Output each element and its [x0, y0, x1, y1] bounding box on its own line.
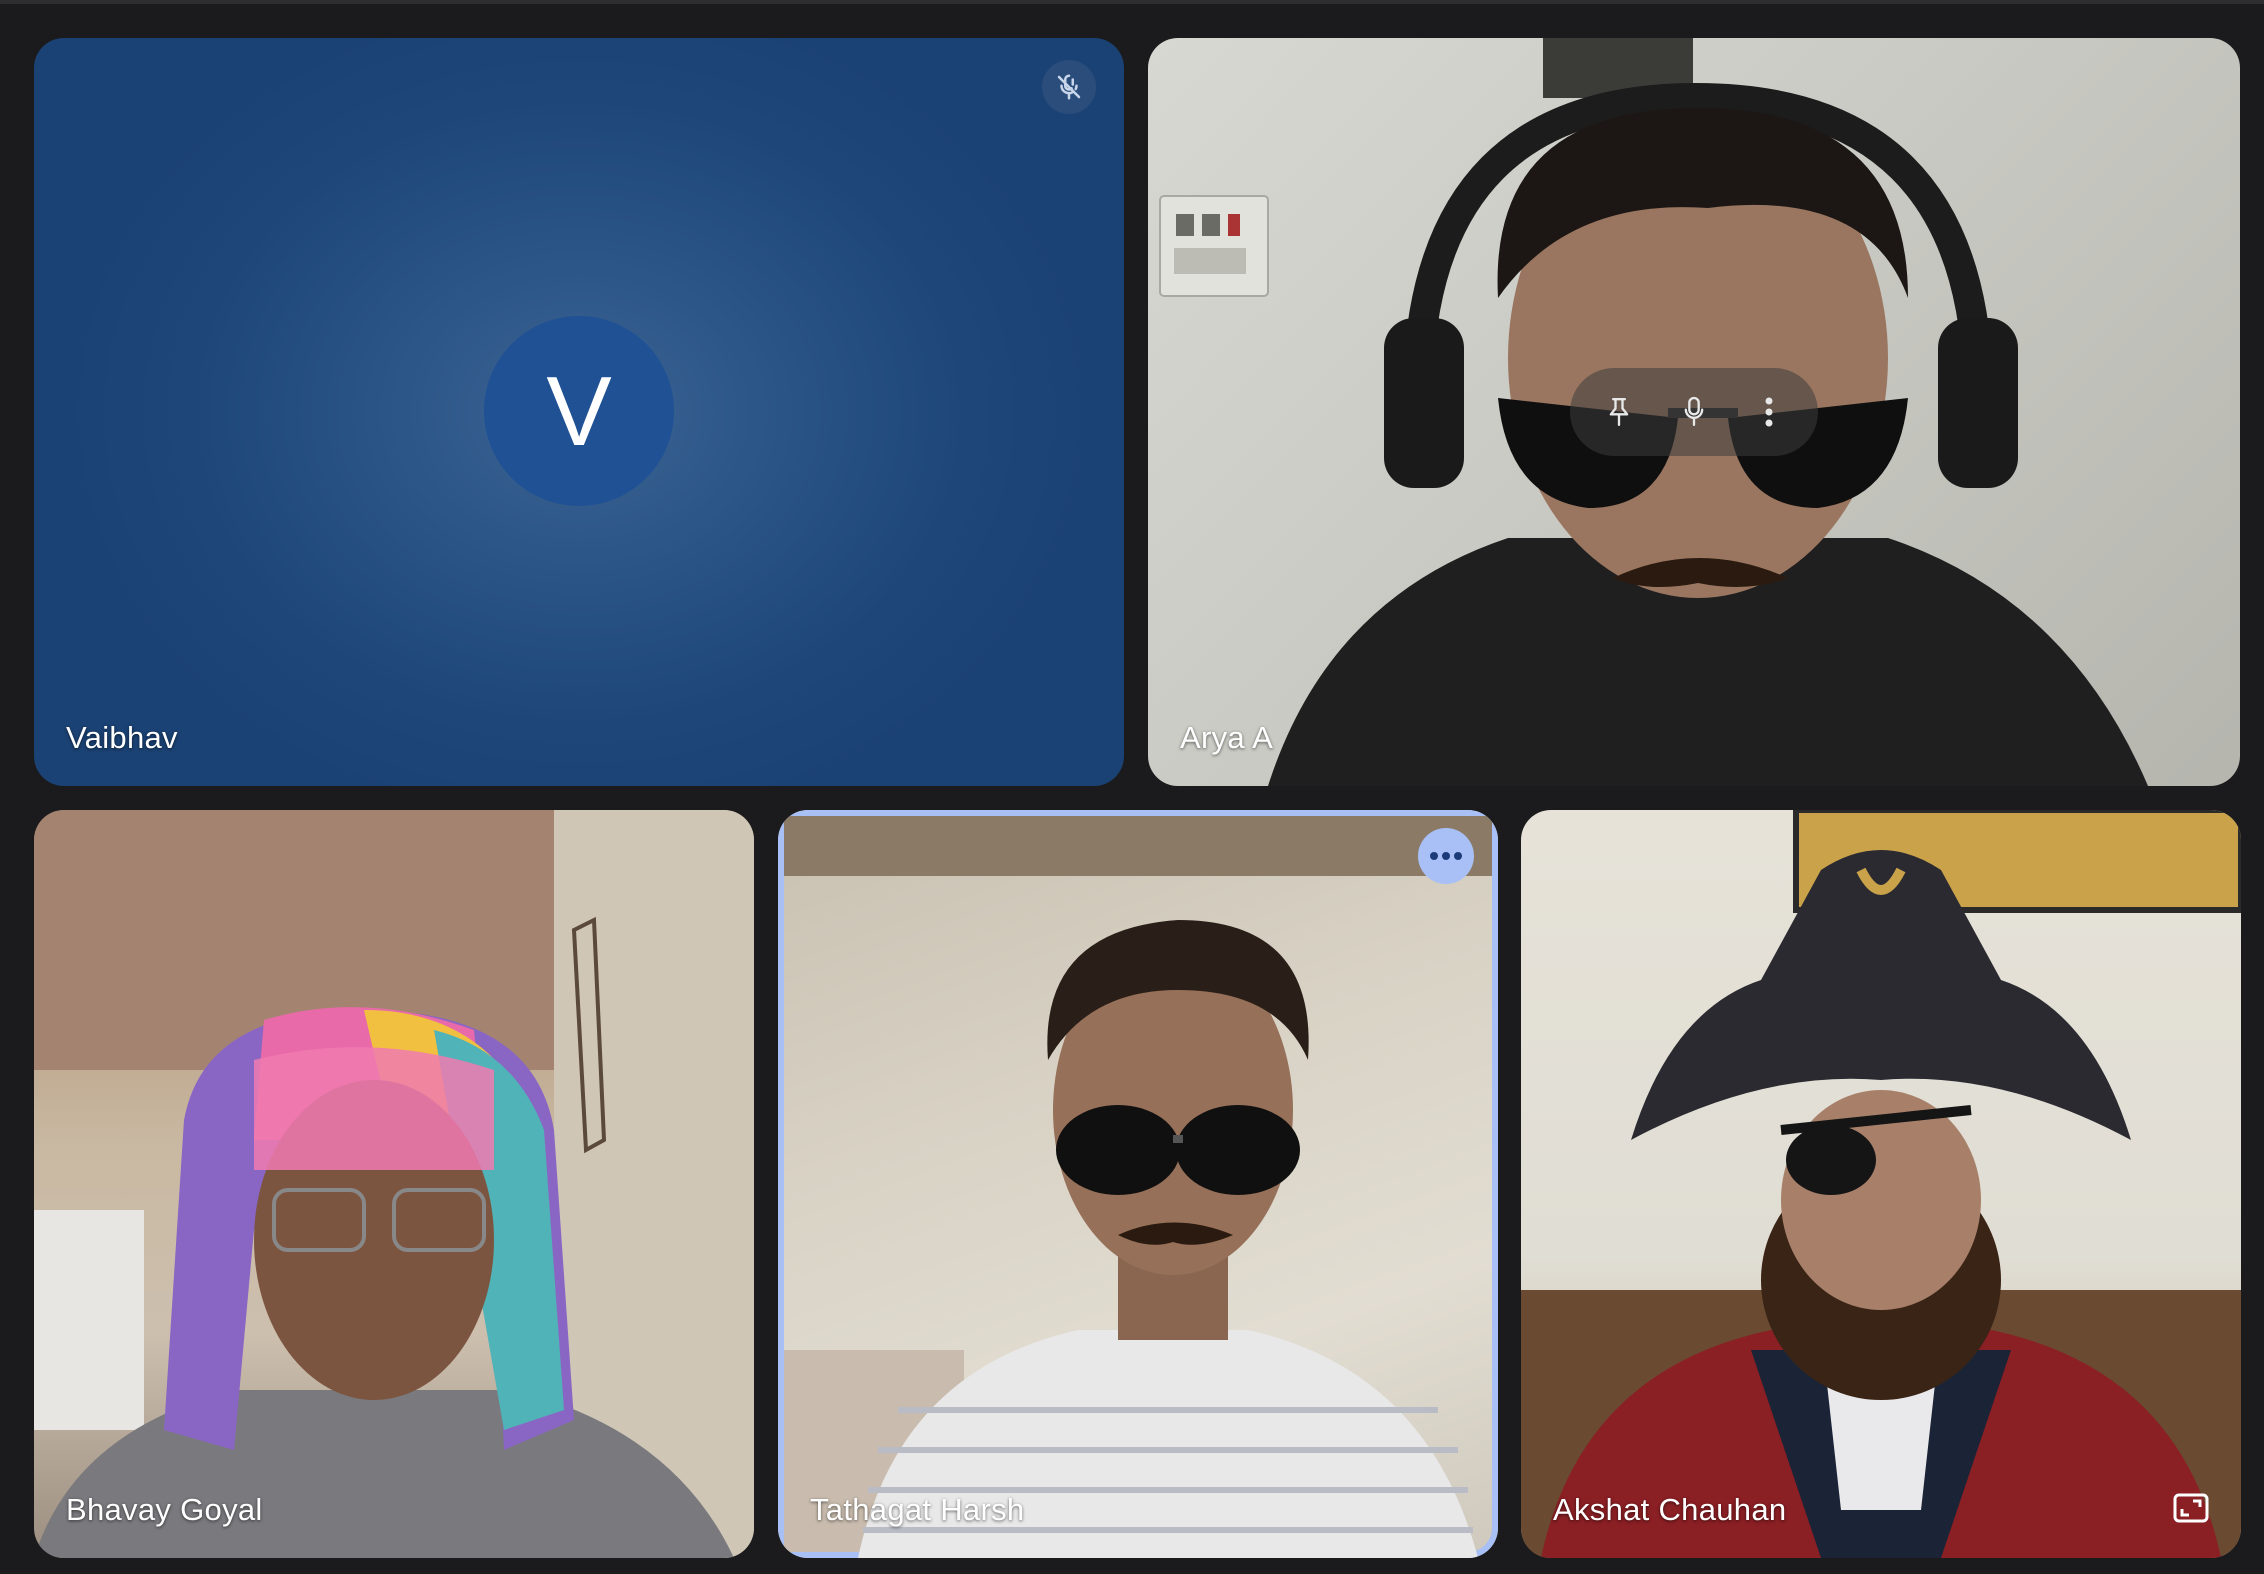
video-feed — [784, 816, 1492, 1558]
pin-icon[interactable] — [1589, 382, 1649, 442]
more-vert-icon[interactable] — [1739, 382, 1799, 442]
tile-controls — [1570, 368, 1818, 456]
video-feed — [1521, 810, 2241, 1558]
window-top-edge — [0, 0, 2264, 4]
participant-name: Vaibhav — [66, 720, 178, 755]
participant-name: Tathagat Harsh — [810, 1492, 1025, 1527]
avatar: V — [484, 316, 674, 506]
participant-tile-bhavay[interactable]: Bhavay Goyal — [34, 810, 754, 1558]
video-feed — [34, 810, 754, 1558]
participant-tile-arya[interactable]: Arya A — [1148, 38, 2240, 786]
participant-name: Arya A — [1180, 720, 1274, 755]
participant-name: Akshat Chauhan — [1553, 1492, 1787, 1527]
participant-name: Bhavay Goyal — [66, 1492, 263, 1527]
more-horiz-icon[interactable] — [1418, 828, 1474, 884]
mic-off-icon — [1042, 60, 1096, 114]
expand-icon[interactable] — [2169, 1488, 2213, 1528]
mic-icon[interactable] — [1664, 382, 1724, 442]
participant-tile-tathagat[interactable]: Tathagat Harsh — [778, 810, 1498, 1558]
participant-tile-vaibhav[interactable]: V Vaibhav — [34, 38, 1124, 786]
participant-tile-akshat[interactable]: Akshat Chauhan — [1521, 810, 2241, 1558]
